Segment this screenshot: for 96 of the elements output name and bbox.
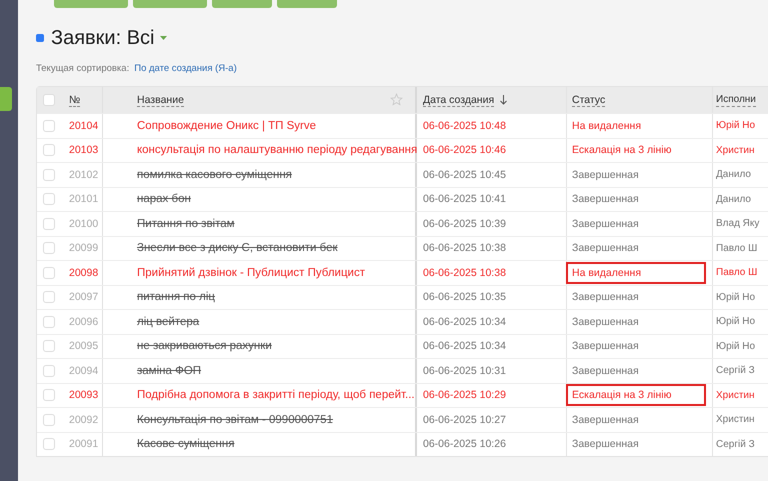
star-icon[interactable]	[390, 93, 403, 106]
row-checkbox[interactable]	[43, 364, 55, 377]
table-cell: 06-06-2025 10:45	[423, 168, 506, 181]
table-cell: Данило	[716, 169, 751, 180]
status-cell-text: Завершенная	[571, 241, 640, 256]
status-cell-text: Ескалація на 3 лінію	[571, 143, 672, 158]
status-cell-text: Завершенная	[571, 364, 640, 379]
row-checkbox[interactable]	[43, 144, 55, 156]
task-title[interactable]: помилка касового суміщення	[137, 168, 292, 181]
table-cell: 20103	[69, 144, 98, 156]
table-cell: 06-06-2025 10:38	[423, 266, 506, 279]
table-cell: 20101	[69, 193, 98, 206]
task-title[interactable]: заміна ФОП	[137, 364, 202, 377]
column-header[interactable]: Название	[137, 94, 184, 106]
column-header[interactable]: №	[69, 94, 80, 106]
row-checkbox[interactable]	[43, 242, 55, 254]
table-cell: 06-06-2025 10:35	[423, 291, 506, 304]
table-cell: Юрій Но	[716, 340, 756, 352]
table-cell: Юрій Но	[716, 316, 756, 328]
status-cell: Ескалація на 3 лінію	[566, 384, 706, 406]
task-title[interactable]: Консультація по звітам - 0990000751	[137, 414, 333, 426]
status-cell-text: Завершенная	[571, 168, 640, 183]
table-cell: 06-06-2025 10:41	[423, 193, 506, 206]
table-cell: Христин	[716, 144, 755, 156]
task-title[interactable]: Питання по звітам	[137, 218, 235, 230]
table-cell: 06-06-2025 10:34	[423, 340, 506, 352]
status-cell-text: Завершенная	[571, 216, 640, 232]
table-cell: Юрій Но	[716, 292, 756, 303]
table-cell: 20099	[69, 242, 98, 254]
page-title: Заявки: Всі	[51, 26, 154, 50]
row-checkbox[interactable]	[43, 340, 55, 352]
table-cell: 06-06-2025 10:29	[423, 389, 506, 402]
sort-label: Текущая сортировка:	[36, 63, 130, 74]
row-checkbox[interactable]	[43, 438, 55, 450]
table-cell: 20091	[69, 438, 98, 450]
task-title[interactable]: Прийнятий дзвінок - Публицист Публицист	[137, 266, 365, 279]
task-title[interactable]: Сопровождение Оникс | ТП Syrve	[137, 120, 316, 132]
status-cell-text: Завершенная	[571, 192, 640, 208]
table-cell: Юрій Но	[716, 120, 756, 132]
table-cell: Сергій З	[716, 365, 755, 376]
table-cell: 20102	[69, 168, 98, 181]
column-header[interactable]: Статус	[572, 94, 606, 106]
row-checkbox[interactable]	[43, 316, 55, 328]
column-header[interactable]: Исполни	[716, 94, 756, 106]
status-cell-text: Завершенная	[571, 339, 640, 354]
row-checkbox[interactable]	[43, 168, 55, 181]
table-cell: 06-06-2025 10:26	[423, 438, 506, 450]
table-cell: Сергій З	[716, 438, 755, 450]
select-all-checkbox[interactable]	[43, 94, 55, 106]
table-cell: 20095	[69, 340, 98, 352]
table-cell: 20104	[69, 120, 98, 132]
table-cell: 06-06-2025 10:38	[423, 242, 506, 254]
table-cell: 20097	[69, 291, 98, 304]
sort-link[interactable]: По дате создания (Я-а)	[134, 63, 237, 74]
row-checkbox[interactable]	[43, 120, 55, 132]
table-cell: 06-06-2025 10:31	[423, 364, 506, 377]
status-cell-text: На видалення	[571, 118, 642, 134]
table-cell: 06-06-2025 10:34	[423, 316, 506, 328]
row-checkbox[interactable]	[43, 414, 55, 426]
task-title[interactable]: Подрібна допомога в закритті періоду, щоб перейт...	[137, 389, 415, 402]
status-cell: На видалення	[566, 262, 706, 284]
table-cell: Влад Яку	[716, 218, 760, 230]
table-cell: Христин	[716, 414, 755, 426]
task-title[interactable]: консультація по налаштуванню періоду редагування	[137, 144, 418, 156]
sidebar-tab[interactable]	[0, 87, 12, 111]
task-title[interactable]: ліц вейтера	[137, 316, 200, 328]
table-cell: 20096	[69, 316, 98, 328]
table-cell: Христин	[716, 390, 755, 401]
table-cell: 06-06-2025 10:27	[423, 414, 506, 426]
row-checkbox[interactable]	[43, 266, 55, 279]
row-checkbox[interactable]	[43, 291, 55, 304]
table-cell: 20094	[69, 364, 98, 377]
status-cell-text: Завершенная	[571, 412, 640, 428]
table-cell: 20100	[69, 218, 98, 230]
table-cell: Павло Ш	[716, 242, 758, 254]
table-cell: 20092	[69, 414, 98, 426]
status-cell-text: Завершенная	[571, 290, 640, 306]
status-cell-text: Завершенная	[571, 437, 640, 452]
table-cell: 20093	[69, 389, 98, 402]
table-cell: 06-06-2025 10:46	[423, 144, 506, 156]
column-header[interactable]: Дата создания	[423, 94, 494, 106]
task-title[interactable]: не закриваються рахунки	[137, 340, 272, 352]
task-title[interactable]: питання по ліц	[137, 291, 215, 304]
task-title[interactable]: Знесли все з диску С, встановити бек	[137, 242, 338, 254]
row-checkbox[interactable]	[43, 389, 55, 402]
table-cell: 20098	[69, 266, 98, 279]
task-title[interactable]: нарах бон	[137, 193, 191, 206]
status-cell-text: Завершенная	[571, 314, 640, 330]
row-checkbox[interactable]	[43, 218, 55, 230]
row-checkbox[interactable]	[43, 193, 55, 206]
table-cell: Павло Ш	[716, 267, 758, 278]
caret-icon[interactable]	[160, 36, 168, 40]
table-cell: 06-06-2025 10:48	[423, 120, 506, 132]
table-cell: 06-06-2025 10:39	[423, 218, 506, 230]
table-cell: Данило	[716, 194, 751, 205]
task-title[interactable]: Касове суміщення	[137, 438, 234, 450]
